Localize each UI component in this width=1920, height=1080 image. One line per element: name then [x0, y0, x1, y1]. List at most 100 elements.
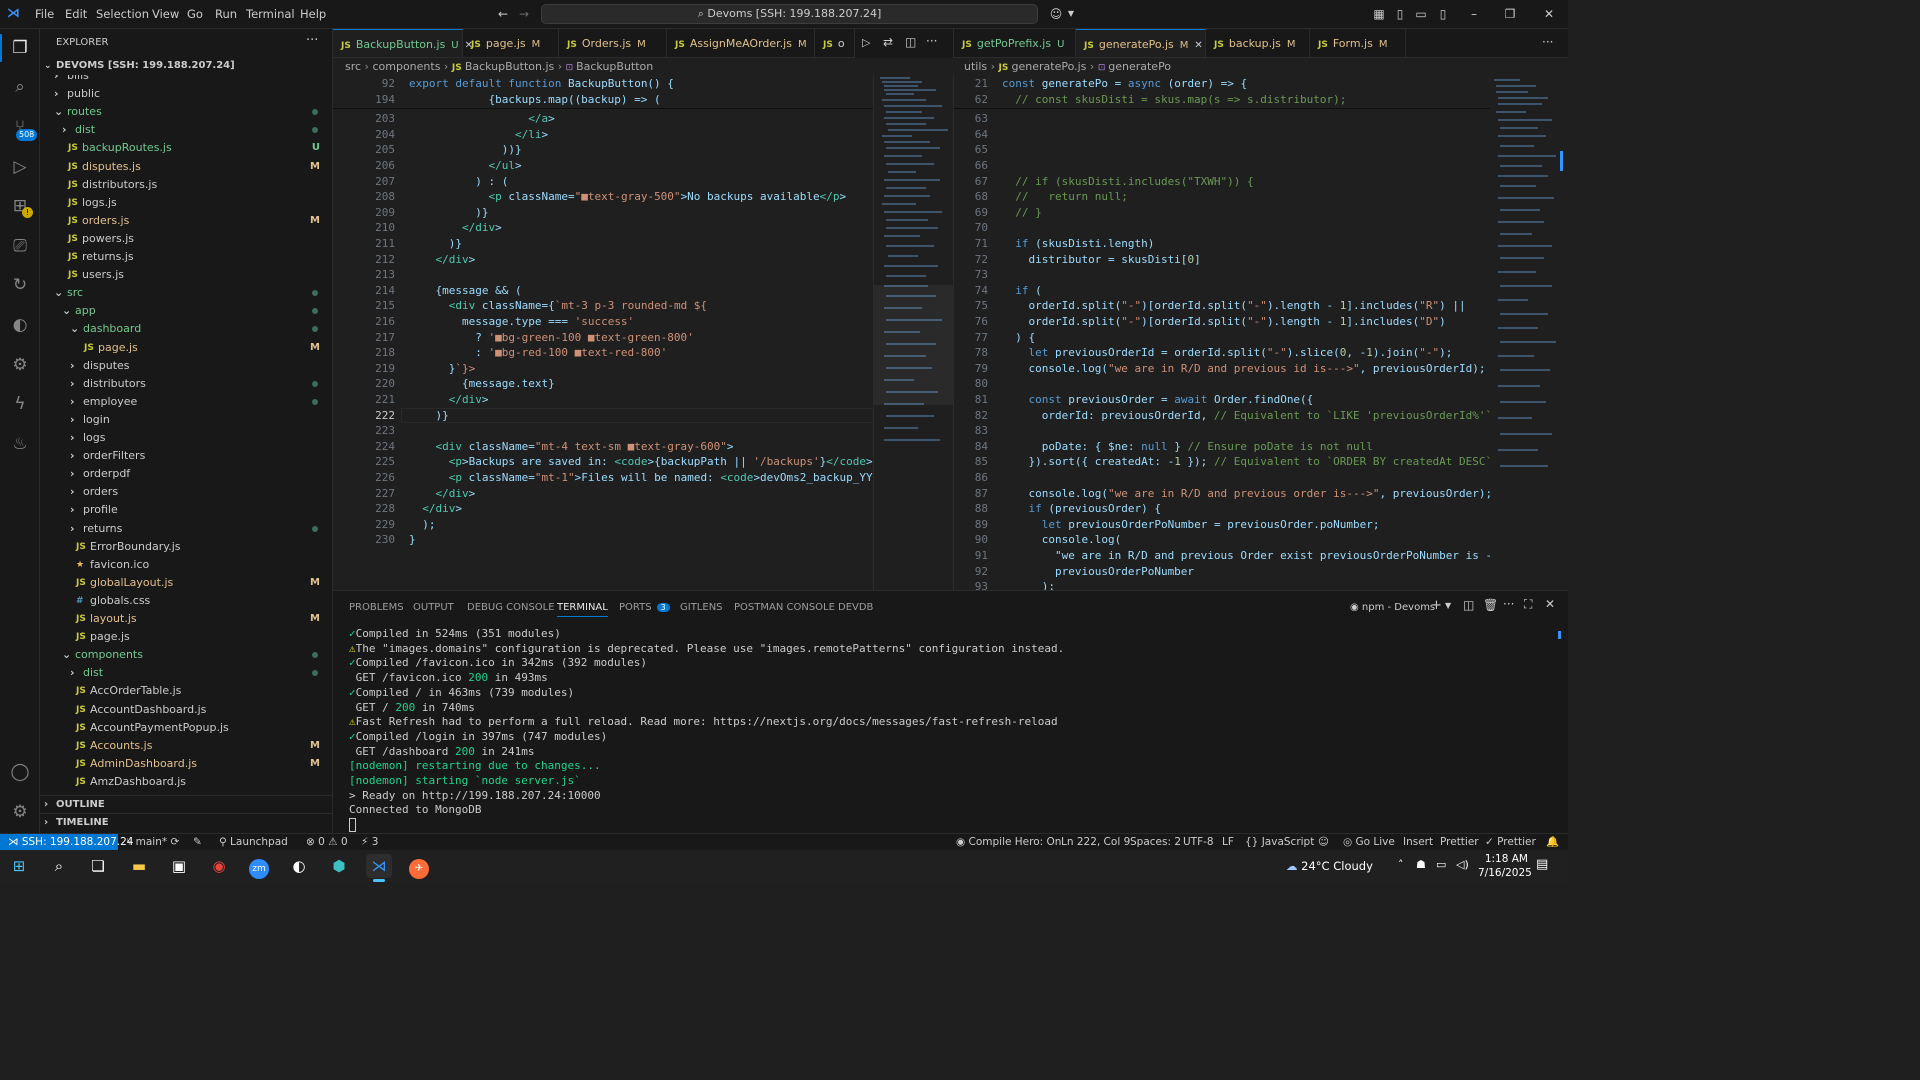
code-line[interactable]: </div>	[409, 392, 489, 408]
prettier-indicator[interactable]: Prettier	[1440, 834, 1479, 850]
docker-icon[interactable]: ⚙	[8, 353, 32, 377]
breadcrumb-item[interactable]: BackupButton.js	[465, 60, 554, 73]
code-line[interactable]: <p className="■text-gray-500">No backups…	[409, 189, 846, 205]
windows-start-icon[interactable]: ⊞	[6, 854, 32, 878]
split-terminal-icon[interactable]: ◫	[1463, 598, 1474, 612]
file-item[interactable]: JS distributors.js	[40, 176, 332, 194]
file-item[interactable]: JS AccountDashboard.js	[40, 701, 332, 719]
file-item[interactable]: JS orders.js M	[40, 212, 332, 230]
code-line[interactable]: distributor = skusDisti[0]	[1002, 252, 1200, 268]
editor-tab[interactable]: JS AssignMeAOrder.js M	[667, 29, 815, 57]
code-line[interactable]: const previousOrder = await Order.findOn…	[1002, 392, 1314, 408]
folder-item[interactable]: › returns	[40, 520, 332, 538]
more-actions-icon[interactable]: ···	[306, 33, 318, 48]
search-icon[interactable]: ⌕	[8, 75, 32, 99]
remote-indicator[interactable]: ⋊ SSH: 199.188.207.24	[0, 834, 133, 850]
folder-item[interactable]: › logs	[40, 429, 332, 447]
folder-item[interactable]: ⌄ routes	[40, 103, 332, 121]
folder-item[interactable]: › dist	[40, 121, 332, 139]
folder-item[interactable]: › public	[40, 85, 332, 103]
code-line[interactable]: ))}	[409, 142, 522, 158]
clock[interactable]: 1:18 AM 7/16/2025	[1478, 852, 1532, 880]
close-panel-icon[interactable]: ✕	[1545, 597, 1555, 611]
code-line[interactable]: }`}>	[409, 361, 476, 377]
notification-center-icon[interactable]: ▤	[1536, 857, 1548, 872]
code-line[interactable]: let previousOrderId = orderId.split("-")…	[1002, 345, 1453, 361]
tray-icon[interactable]: ☗	[1416, 858, 1426, 871]
file-item[interactable]: JS AccOrderTable.js	[40, 682, 332, 700]
file-item[interactable]: ★ favicon.ico	[40, 556, 332, 574]
git-graph-icon[interactable]: ✎	[193, 834, 202, 850]
folder-item[interactable]: ⌄ components	[40, 646, 332, 664]
go-live-indicator[interactable]: ◎ Go Live	[1343, 834, 1395, 850]
folder-item[interactable]: › disputes	[40, 357, 332, 375]
outline-section[interactable]: › OUTLINE	[40, 795, 332, 813]
copilot-icon[interactable]: ☺	[1048, 6, 1064, 22]
file-item[interactable]: JS powers.js	[40, 230, 332, 248]
file-item[interactable]: # globals.css	[40, 592, 332, 610]
code-line[interactable]: )}	[409, 236, 462, 252]
code-line[interactable]: ? '■bg-green-100 ■text-green-800'	[409, 330, 694, 346]
code-line[interactable]: )}	[409, 205, 488, 221]
toggle-panel-icon[interactable]: ▭	[1413, 6, 1429, 22]
cursor-position[interactable]: Ln 222, Col 9	[1061, 834, 1130, 850]
close-window-icon[interactable]: ✕	[1541, 6, 1557, 22]
right-minimap[interactable]	[1490, 75, 1568, 590]
panel-tab-debug-console[interactable]: DEBUG CONSOLE	[467, 599, 555, 617]
file-item[interactable]: JS backupRoutes.js U	[40, 139, 332, 157]
code-line[interactable]: let previousOrderPoNumber = previousOrde…	[1002, 517, 1380, 533]
launchpad-indicator[interactable]: ⚲ Launchpad	[219, 834, 288, 850]
file-item[interactable]: JS page.js M	[40, 339, 332, 357]
folder-item[interactable]: › employee	[40, 393, 332, 411]
chrome-icon[interactable]: ◉	[206, 854, 232, 878]
prettier-check-indicator[interactable]: ✓ Prettier	[1485, 834, 1536, 850]
folder-item[interactable]: › distributors	[40, 375, 332, 393]
new-terminal-icon[interactable]: +	[1431, 598, 1442, 613]
encoding[interactable]: UTF-8	[1183, 834, 1214, 850]
restore-icon[interactable]: ❐	[1502, 6, 1518, 22]
toggle-primary-sidebar-icon[interactable]: ▯	[1392, 6, 1408, 22]
remote-explorer-icon[interactable]: ⎚	[8, 234, 32, 258]
code-line[interactable]: <p>Backups are saved in: <code>{backupPa…	[409, 454, 873, 470]
problems-indicator[interactable]: ⊗ 0 ⚠ 0	[306, 834, 348, 850]
compare-icon[interactable]: ⇄	[883, 35, 893, 49]
right-code-editor[interactable]: 21 const generatePo = async (order) => {6…	[953, 75, 1490, 590]
run-icon[interactable]: ▷	[862, 36, 870, 49]
code-line[interactable]: )}	[409, 408, 448, 424]
left-minimap[interactable]	[873, 75, 954, 590]
file-item[interactable]: JS Accounts.js M	[40, 737, 332, 755]
file-item[interactable]: JS globalLayout.js M	[40, 574, 332, 592]
code-line[interactable]: orderId.split("-")[orderId.split("-").le…	[1002, 298, 1465, 314]
code-line[interactable]: <div className={`mt-3 p-3 rounded-md ${	[409, 298, 707, 314]
code-line[interactable]: orderId: previousOrderId, // Equivalent …	[1002, 408, 1490, 424]
terminal-profile[interactable]: ◉ npm - Devoms	[1350, 599, 1435, 617]
settings-gear-icon[interactable]: ⚙	[8, 800, 32, 824]
zoom-icon[interactable]: zm	[246, 854, 272, 879]
menu-help[interactable]: Help	[300, 0, 326, 29]
folder-item[interactable]: ⌄ app	[40, 302, 332, 320]
command-center[interactable]: ⌕ Devoms [SSH: 199.188.207.24]	[541, 4, 1038, 24]
panel-tab-ports[interactable]: PORTS 3	[619, 599, 670, 617]
maximize-panel-icon[interactable]: ⛶	[1524, 597, 1532, 612]
postman-app-icon[interactable]: ✈	[406, 854, 432, 879]
editor-tab[interactable]: JS generatePo.js M ✕	[1076, 29, 1206, 57]
editor-tab[interactable]: JS getPoPrefix.js U	[954, 29, 1076, 57]
folder-item[interactable]: › orderpdf	[40, 465, 332, 483]
code-line[interactable]: <div className="mt-4 text-sm ■text-gray-…	[409, 439, 734, 455]
code-line[interactable]: : '■bg-red-100 ■text-red-800'	[409, 345, 667, 361]
file-item[interactable]: JS returns.js	[40, 248, 332, 266]
menu-go[interactable]: Go	[187, 0, 203, 29]
folder-item[interactable]: › login	[40, 411, 332, 429]
chevron-down-icon[interactable]: ▼	[1445, 601, 1451, 610]
minimize-icon[interactable]: –	[1466, 6, 1482, 22]
code-line[interactable]: </a>	[409, 111, 555, 127]
code-line[interactable]: </div>	[409, 486, 476, 502]
more-actions-icon[interactable]: ···	[1503, 597, 1514, 611]
breadcrumb-item[interactable]: generatePo.js	[1012, 60, 1087, 73]
menu-run[interactable]: Run	[215, 0, 237, 29]
weather-widget[interactable]: ☁ 24°C Cloudy	[1286, 858, 1373, 874]
code-line[interactable]: </ul>	[409, 158, 521, 174]
tray-chevron-icon[interactable]: ˄	[1398, 858, 1404, 871]
postman-icon[interactable]: ◐	[8, 313, 32, 337]
sticky-scroll-line[interactable]: {backups.map((backup) => (	[409, 92, 660, 108]
